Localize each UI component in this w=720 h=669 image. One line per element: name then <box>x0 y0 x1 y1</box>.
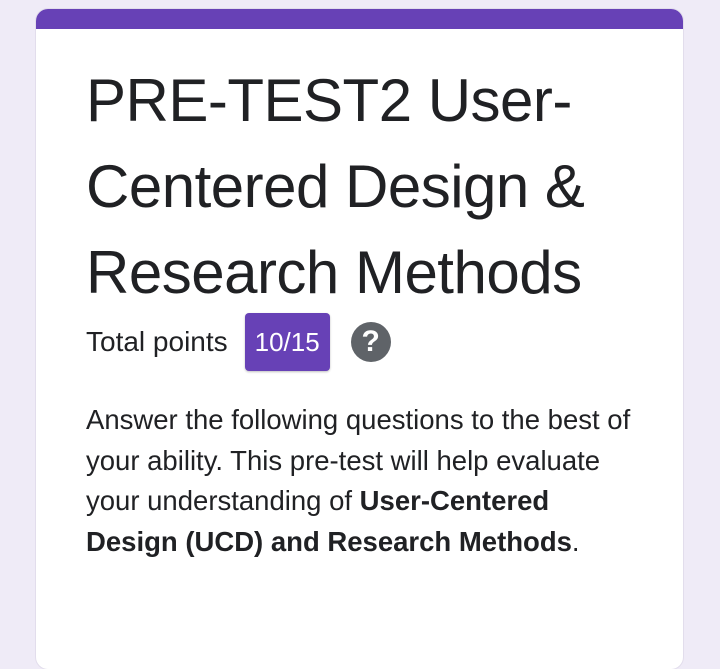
form-header-card: PRE-TEST2 User-Centered Design & Researc… <box>36 9 683 669</box>
score-badge: 10/15 <box>244 313 330 371</box>
form-description: Answer the following questions to the be… <box>86 400 646 562</box>
form-title: PRE-TEST2 User-Centered Design & Researc… <box>86 67 585 306</box>
card-accent-bar <box>36 9 683 29</box>
total-points-label: Total points <box>86 326 228 357</box>
total-points-row: Total points 10/15 ? <box>86 312 391 372</box>
question-mark-icon[interactable]: ? <box>350 322 391 362</box>
description-end: . <box>571 525 580 557</box>
